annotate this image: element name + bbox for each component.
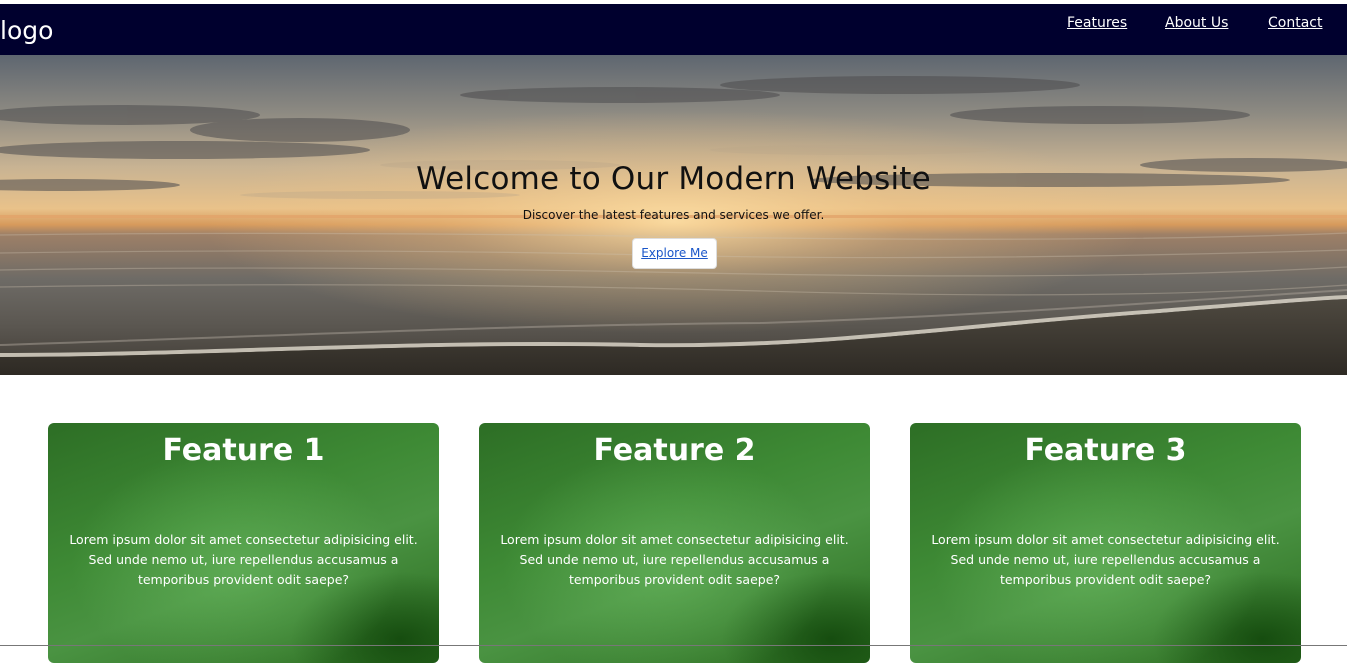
nav-link-about-us[interactable]: About Us: [1165, 15, 1228, 31]
feature-card-title: Feature 1: [162, 433, 325, 468]
hero-subtitle: Discover the latest features and service…: [522, 208, 825, 222]
hero-section: Welcome to Our Modern Website Discover t…: [0, 55, 1347, 375]
navbar: logo Features About Us Contact: [0, 4, 1347, 55]
logo[interactable]: logo: [0, 16, 53, 46]
feature-card-text: Lorem ipsum dolor sit amet consectetur a…: [500, 532, 849, 587]
feature-card-text: Lorem ipsum dolor sit amet consectetur a…: [931, 532, 1280, 587]
feature-card-1: Feature 1 Lorem ipsum dolor sit amet con…: [48, 423, 439, 663]
feature-card-title: Feature 3: [1024, 433, 1187, 468]
feature-card-3: Feature 3 Lorem ipsum dolor sit amet con…: [910, 423, 1301, 663]
nav-link-features[interactable]: Features: [1067, 15, 1127, 31]
hero-title: Welcome to Our Modern Website: [416, 161, 931, 197]
feature-card-title: Feature 2: [593, 433, 756, 468]
explore-button[interactable]: Explore Me: [632, 238, 717, 269]
nav-link-contact[interactable]: Contact: [1268, 15, 1322, 31]
feature-card-2: Feature 2 Lorem ipsum dolor sit amet con…: [479, 423, 870, 663]
feature-card-text: Lorem ipsum dolor sit amet consectetur a…: [69, 532, 418, 587]
